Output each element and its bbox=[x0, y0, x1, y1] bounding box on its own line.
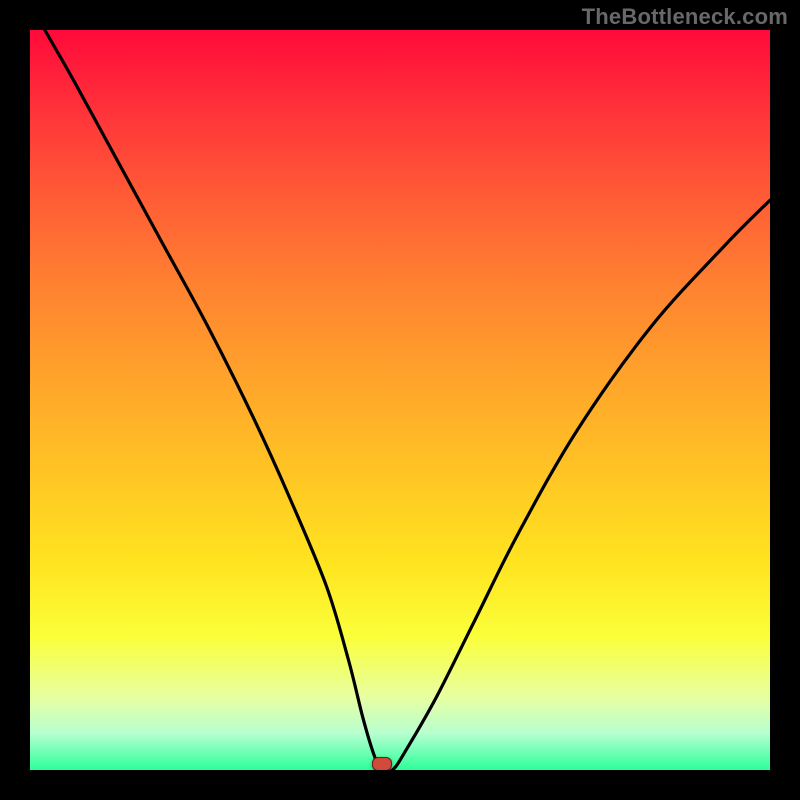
optimal-point-marker bbox=[372, 757, 392, 770]
curve-path bbox=[45, 30, 770, 770]
plot-area bbox=[30, 30, 770, 770]
watermark-text: TheBottleneck.com bbox=[582, 4, 788, 30]
bottleneck-curve bbox=[30, 30, 770, 770]
chart-frame: TheBottleneck.com bbox=[0, 0, 800, 800]
